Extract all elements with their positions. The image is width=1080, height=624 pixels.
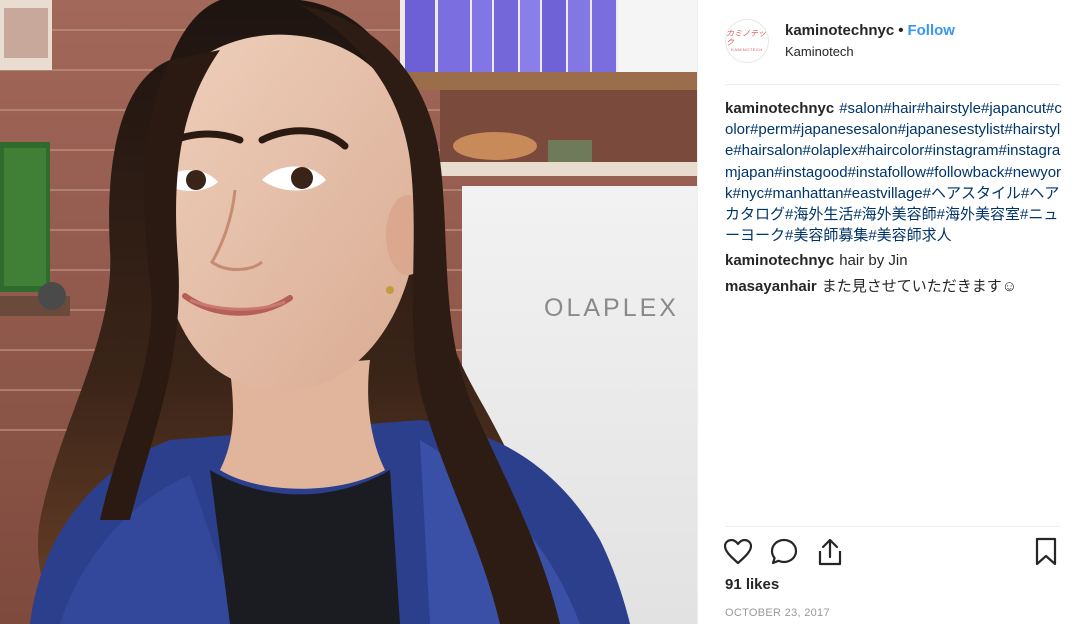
avatar-logo-text: カミノテック — [726, 29, 766, 47]
avatar-logo-subtext: KAMINOTECH — [731, 47, 763, 52]
post-side-panel: カミノテック KAMINOTECH kaminotechnyc • Follow K… — [697, 0, 1080, 624]
header-text: kaminotechnyc • Follow Kaminotech — [785, 21, 955, 61]
comment-text: hair by Jin — [839, 252, 908, 270]
heart-icon[interactable] — [723, 536, 753, 568]
action-bar — [723, 536, 1062, 568]
username-link[interactable]: kaminotechnyc — [785, 22, 894, 39]
comment-username[interactable]: masayanhair — [725, 278, 817, 295]
comments-list: kaminotechnyc #salon#hair#hairstyle#japan… — [725, 98, 1063, 301]
likes-count[interactable]: 91 likes — [725, 576, 779, 593]
comment-username[interactable]: kaminotechnyc — [725, 252, 834, 269]
olaplex-sign: OLAPLEX — [544, 294, 679, 322]
follow-button[interactable]: Follow — [907, 22, 955, 39]
comment-text: また見させていただきます☺ — [821, 277, 1018, 295]
bookmark-icon[interactable] — [1031, 536, 1061, 568]
location-link[interactable]: Kaminotech — [785, 43, 955, 61]
share-icon[interactable] — [815, 536, 845, 568]
post-date: OCTOBER 23, 2017 — [725, 607, 830, 619]
header-line: kaminotechnyc • Follow — [785, 21, 955, 41]
comment-icon[interactable] — [769, 536, 799, 568]
comment-username[interactable]: kaminotechnyc — [725, 100, 834, 117]
post-header: カミノテック KAMINOTECH kaminotechnyc • Follow K… — [725, 15, 1060, 67]
caption-comment: kaminotechnyc #salon#hair#hairstyle#japan… — [725, 98, 1063, 246]
post-photo[interactable]: OLAPLEX — [0, 0, 697, 624]
hashtags-text[interactable]: #salon#hair#hairstyle#japancut#color#per… — [725, 100, 1062, 244]
instagram-post: OLAPLEX カミノテック KAMINOTECH kaminotechnyc •… — [0, 0, 1080, 624]
divider — [725, 84, 1060, 85]
avatar[interactable]: カミノテック KAMINOTECH — [725, 19, 769, 63]
comment-item: kaminotechnyc hair by Jin — [725, 250, 1063, 271]
separator-dot: • — [898, 22, 904, 39]
comment-item: masayanhair また見させていただきます☺ — [725, 276, 1063, 297]
divider — [725, 526, 1060, 527]
